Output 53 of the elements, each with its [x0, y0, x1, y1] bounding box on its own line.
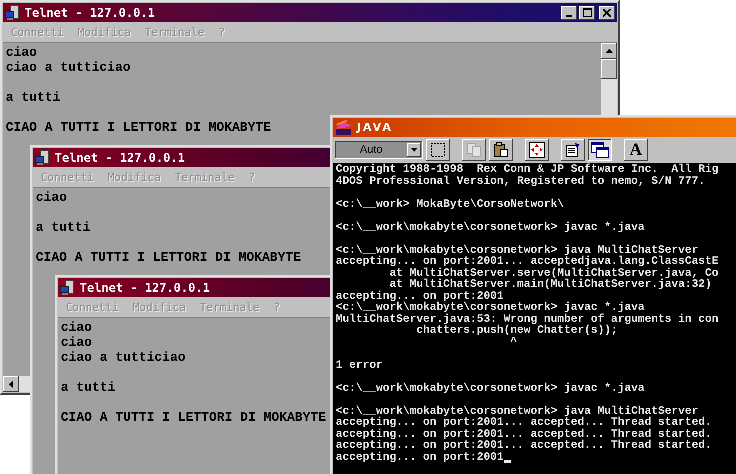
terminal-line: a tutti: [36, 220, 91, 235]
maximize-button[interactable]: [579, 6, 595, 20]
window-title: Telnet - 127.0.0.1: [55, 150, 186, 164]
console-line: accepting... on port:2001... accepted... Thread started.: [336, 430, 713, 440]
console-line: <c:\__work\mokabyte\corsonetwork> javac *.java: [336, 384, 646, 395]
toolbar-button[interactable]: [588, 139, 612, 161]
scroll-thumb[interactable]: [601, 59, 617, 79]
close-icon: [603, 8, 611, 16]
console-line: 1 error: [336, 360, 384, 372]
minimize-button[interactable]: [561, 6, 577, 20]
terminal-line: CIAO A TUTTI I LETTORI DI MOKABYTE: [6, 120, 272, 135]
console-line: Copyright 1988-1998 Rex Conn & JP Software Inc. All Rig: [336, 165, 720, 176]
console-line: <c:\__work\mokabyte\corsonetwork> java MultiChatServer: [336, 406, 699, 418]
console-line: accepting... on port:2001: [336, 292, 504, 302]
maximize-icon: [582, 8, 592, 17]
minimize-icon: [566, 14, 572, 16]
terminal-line: a tutti: [61, 380, 116, 395]
font-size-dropdown[interactable]: Auto: [335, 141, 423, 159]
terminal-line: a tutti: [6, 90, 61, 105]
font-button[interactable]: A: [624, 139, 648, 161]
window-title: Telnet - 127.0.0.1: [25, 6, 156, 20]
console-line: accepting... on port:2001... accepted... Thread started.: [336, 441, 713, 452]
terminal-line: ciao: [61, 335, 92, 350]
terminal-line: ciao: [6, 45, 38, 60]
terminal-line: ciao: [36, 190, 68, 205]
console-line: <c:\__work\mokabyte\corsonetwork> javac *.java: [336, 303, 646, 314]
console-line: <c:\__work\mokabyte\corsonetwork> javac *.java: [336, 222, 646, 234]
console-line: <c:\__work> MokaByte\CorsoNetwork\: [336, 200, 566, 211]
console-line: chatters.push(new Chatter(s));: [416, 326, 619, 337]
console-line: at MultiChatServer.main(MultiChatServer.java:32): [390, 280, 713, 291]
terminal-line: ciao a tutticiao: [61, 350, 186, 365]
window-title: Telnet - 127.0.0.1: [80, 280, 210, 294]
computer-icon: [35, 150, 51, 166]
window-title: JAVA: [357, 121, 394, 134]
caret-icon: [410, 148, 418, 152]
app-icon: [335, 120, 353, 136]
terminal-line: CIAO A TUTTI I LETTORI DI MOKABYTE: [61, 410, 326, 425]
scroll-left-icon[interactable]: [3, 376, 19, 392]
console-line: at MultiChatServer.serve(MultiChatServer.java, Co: [388, 268, 720, 280]
scroll-up-icon[interactable]: [601, 43, 617, 59]
console-line: 4DOS Professional Version, Registered to nemo, S/N 777.: [336, 176, 706, 188]
console-line: accepting... on port:2001... accepted... Thread started.: [336, 418, 713, 429]
console-line: accepting... on port:2001: [336, 452, 504, 464]
terminal-line: ciao: [61, 320, 92, 335]
close-button[interactable]: [599, 6, 615, 20]
computer-icon: [60, 280, 76, 296]
computer-icon: [5, 4, 21, 20]
terminal-line: CIAO A TUTTI I LETTORI DI MOKABYTE: [36, 250, 302, 265]
console-line: ^: [510, 338, 518, 349]
console-line: <c:\__work\mokabyte\corsonetwork> java MultiChatServer: [336, 246, 699, 256]
console-line: accepting... on port:2001... acceptedjava.lang.ClassCastE: [336, 257, 720, 268]
terminal-line: ciao a tutticiao: [6, 60, 131, 75]
console-line: MultiChatServer.java:53: Wrong number of arguments in con: [336, 314, 720, 326]
